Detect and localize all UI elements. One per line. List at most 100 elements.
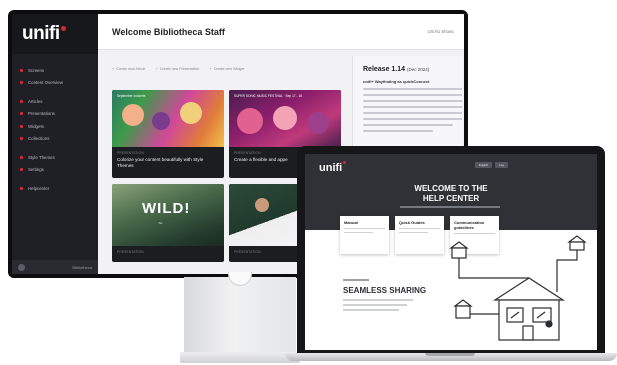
- header: Welcome Bibliotheca Staff US/AU Showc: [98, 14, 464, 50]
- content-card[interactable]: WILD! ~ PRESENTATION: [112, 184, 224, 262]
- logo-text: unifi: [22, 23, 60, 44]
- card-title: Communication guidelines: [454, 220, 485, 230]
- create-widget-button[interactable]: + Create new Widget: [209, 66, 244, 71]
- laptop: unifi English Log WELCOME TO THE HELP CE…: [297, 146, 605, 354]
- sidebar-item-label: Style Themes: [28, 154, 55, 160]
- action-label: Create new Article: [116, 66, 146, 71]
- text-line: [399, 231, 428, 233]
- logo-plus-icon: [343, 161, 346, 164]
- text-line: [363, 117, 462, 120]
- card-category: PRESENTATION: [117, 250, 144, 254]
- sidebar-item-label: Screens: [28, 67, 45, 73]
- sidebar-item-style-themes[interactable]: Style Themes: [12, 151, 98, 164]
- widget-icon: [20, 124, 23, 128]
- sidebar-item-presentations[interactable]: Presentations: [12, 108, 98, 121]
- plus-icon: +: [155, 66, 158, 71]
- unifi-logo[interactable]: unifi: [319, 162, 342, 174]
- create-article-button[interactable]: + Create new Article: [112, 66, 146, 71]
- text-line: [363, 129, 433, 132]
- user-menu[interactable]: US/AU Showc: [427, 29, 454, 34]
- article-icon: [20, 99, 23, 103]
- text-line: [343, 309, 399, 311]
- text-line: [363, 123, 453, 126]
- text-line: [399, 227, 440, 229]
- text-line: [363, 111, 462, 114]
- card-image: September concerts: [112, 90, 224, 147]
- sidebar-item-label: Presentations: [28, 111, 55, 117]
- sidebar-item-settings[interactable]: Settings: [12, 164, 98, 177]
- person-photo: [255, 198, 269, 212]
- card-image: SUPER SONIC MUSIC FESTIVAL · Sep 17 - 18: [229, 90, 341, 147]
- hero-subtitle: [400, 206, 500, 208]
- logo-plus-icon: [60, 25, 66, 31]
- gear-icon: [20, 168, 23, 172]
- card-image-caption: September concerts: [117, 94, 146, 98]
- card-title: Manual: [344, 220, 358, 225]
- text-line: [363, 105, 462, 108]
- sidebar-item-label: Collections: [28, 136, 50, 142]
- sidebar-nav: Screens Content Overview Articles Presen…: [12, 54, 98, 195]
- portrait-photo: [122, 104, 144, 126]
- card-image: WILD! ~: [112, 184, 224, 246]
- portrait-photo: [237, 108, 263, 134]
- section-kicker: [343, 279, 369, 281]
- release-title: Release 1.14: [363, 66, 406, 73]
- language-button[interactable]: English: [475, 162, 493, 168]
- library-network-illustration: [449, 235, 587, 341]
- card-overlay-text: WILD!: [142, 200, 191, 217]
- sidebar-item-label: Content Overview: [28, 80, 63, 86]
- create-presentation-button[interactable]: + Create new Presentation: [156, 66, 200, 71]
- quick-actions: + Create new Article + Create new Presenta…: [112, 66, 244, 71]
- action-label: Create new Widget: [213, 66, 245, 71]
- handwritten-signature: ~: [158, 220, 164, 227]
- release-subtitle: unifi+ Wayfinding as quickConnect: [363, 79, 430, 84]
- page-title: Welcome Bibliotheca Staff: [112, 26, 225, 37]
- login-button[interactable]: Log: [495, 162, 508, 168]
- hero-title-line: HELP CENTER: [422, 193, 480, 203]
- manual-card[interactable]: Manual: [340, 216, 389, 254]
- text-line: [363, 99, 462, 102]
- text-line: [343, 304, 407, 306]
- laptop-notch: [425, 353, 475, 356]
- text-line: [343, 299, 413, 301]
- sidebar-item-articles[interactable]: Articles: [12, 95, 98, 108]
- portrait-photo: [307, 112, 329, 134]
- header-buttons: English Log: [475, 162, 508, 168]
- release-date: (Dec 2024): [407, 67, 430, 72]
- text-line: [363, 87, 462, 90]
- text-line: [344, 231, 373, 233]
- plus-icon: +: [209, 66, 212, 71]
- overview-icon: [20, 81, 23, 85]
- avatar: [18, 263, 25, 271]
- product-showcase: unifi Screens Content Overview Articles …: [0, 0, 617, 365]
- portrait-photo: [152, 112, 170, 130]
- text-line: [363, 93, 462, 96]
- screens-icon: [20, 68, 23, 72]
- sidebar-item-label: Settings: [28, 167, 44, 173]
- sidebar-item-helpcenter[interactable]: Helpcenter: [12, 182, 98, 195]
- card-title: Colorize your content beautifully with S…: [117, 157, 204, 168]
- sidebar-item-label: Helpcenter: [28, 185, 50, 191]
- laptop-screen: unifi English Log WELCOME TO THE HELP CE…: [305, 154, 597, 350]
- section-title: SEAMLESS SHARING: [343, 286, 427, 295]
- monitor-stand-base: [180, 352, 300, 363]
- action-label: Create new Presentation: [159, 66, 200, 71]
- quick-guides-card[interactable]: Quick Guides: [395, 216, 444, 254]
- sidebar-footer[interactable]: Bibliotheca: [12, 260, 98, 274]
- sidebar-item-content-overview[interactable]: Content Overview: [12, 77, 98, 90]
- sidebar-item-screens[interactable]: Screens: [12, 64, 98, 77]
- card-image-caption: SUPER SONIC MUSIC FESTIVAL · Sep 17 - 18: [234, 94, 303, 98]
- text-line: [344, 227, 385, 229]
- collection-icon: [20, 137, 23, 141]
- account-name: Bibliotheca: [72, 264, 92, 270]
- sidebar-item-widgets[interactable]: Widgets: [12, 120, 98, 133]
- portrait-photo: [273, 106, 297, 130]
- plus-icon: +: [112, 66, 115, 71]
- unifi-logo[interactable]: unifi: [12, 14, 98, 54]
- release-heading: Release 1.14 (Dec 2024): [363, 66, 462, 73]
- card-title: Quick Guides: [399, 220, 425, 225]
- sidebar-item-label: Articles: [28, 98, 43, 104]
- card-category: PRESENTATION: [117, 151, 144, 155]
- sidebar-item-collections[interactable]: Collections: [12, 133, 98, 146]
- content-card[interactable]: September concerts PRESENTATION Colorize…: [112, 90, 224, 178]
